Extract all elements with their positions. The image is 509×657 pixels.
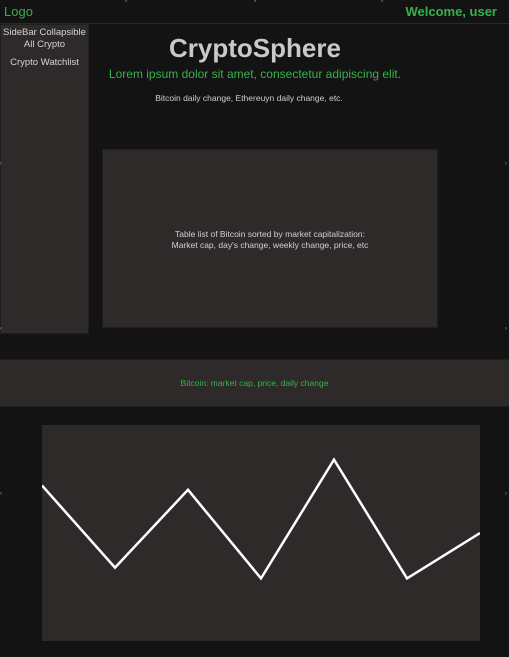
bitcoin-summary-text: Bitcoin: market cap, price, daily change [180, 378, 329, 388]
edge-marker-icon: ‹ [0, 491, 2, 497]
logo-link[interactable]: Logo [4, 4, 33, 19]
edge-marker-icon: ‹ [0, 161, 2, 167]
price-line-series [41, 457, 481, 581]
sidebar-item-crypto-watchlist[interactable]: Crypto Watchlist [1, 57, 88, 69]
edge-marker-icon: * [381, 0, 384, 6]
bitcoin-summary-bar: Bitcoin: market cap, price, daily change [0, 359, 509, 407]
sidebar-title-text: SideBar Collapsible [3, 27, 86, 38]
daily-change-summary: Bitcoin daily change, Ethereuyn daily ch… [155, 93, 343, 103]
price-chart-svg [41, 457, 481, 581]
sidebar[interactable]: SideBar Collapsible All Crypto Crypto Wa… [0, 24, 89, 334]
page-title: CryptoSphere [169, 33, 341, 63]
table-placeholder-line-2: Market cap, day's change, weekly change,… [171, 240, 369, 250]
edge-marker-icon: * [254, 0, 257, 6]
edge-marker-icon: › [505, 161, 507, 167]
crypto-table-placeholder-text: Table list of Bitcoin sorted by market c… [103, 229, 437, 251]
page-subtitle: Lorem ipsum dolor sit amet, consectetur … [108, 67, 402, 81]
sidebar-title: SideBar Collapsible All Crypto [1, 27, 88, 51]
welcome-user-text: Welcome, user [405, 4, 497, 19]
price-chart [41, 425, 481, 641]
edge-marker-icon: * [125, 0, 128, 6]
edge-marker-icon: ‹ [0, 326, 2, 332]
edge-marker-icon: › [505, 326, 507, 332]
chart-section [0, 408, 509, 657]
page: Logo Welcome, user SideBar Collapsible A… [0, 0, 509, 657]
table-placeholder-line-1: Table list of Bitcoin sorted by market c… [175, 229, 365, 239]
sidebar-item-all-crypto[interactable]: All Crypto [24, 39, 65, 50]
crypto-table-placeholder: Table list of Bitcoin sorted by market c… [102, 149, 438, 328]
edge-marker-icon: › [505, 491, 507, 497]
